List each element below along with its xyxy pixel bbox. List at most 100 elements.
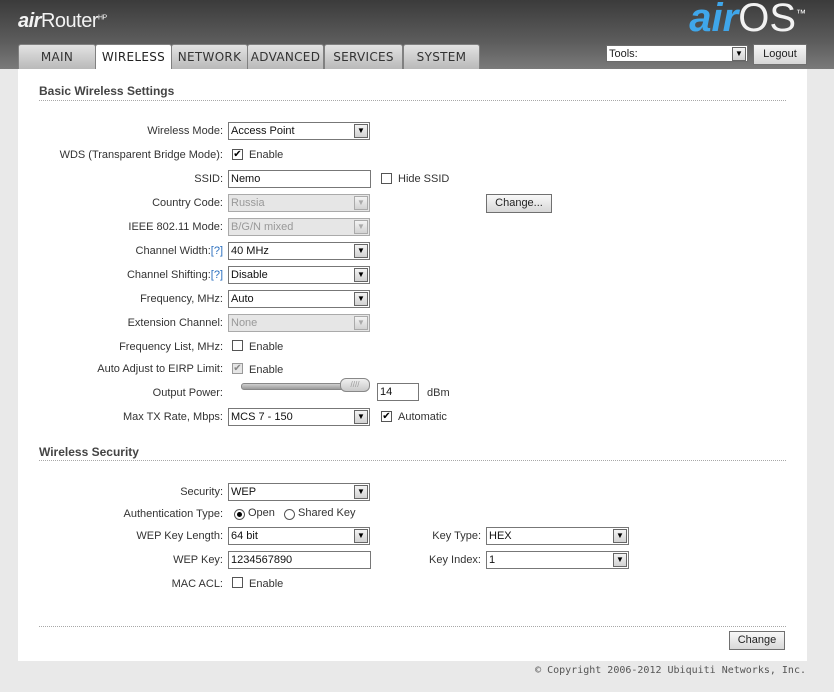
channel-width-label: Channel Width:[?]	[135, 245, 223, 257]
key-type-value: HEX	[489, 530, 512, 542]
wireless-settings-panel: Basic Wireless Settings Wireless Mode: A…	[18, 69, 807, 661]
country-code-select: Russia ▼	[228, 194, 370, 212]
channel-width-select[interactable]: 40 MHz ▼	[228, 242, 370, 260]
chevron-down-icon[interactable]: ▼	[354, 124, 368, 138]
automatic-label: Automatic	[398, 411, 447, 423]
chevron-down-icon[interactable]: ▼	[354, 410, 368, 424]
wireless-mode-value: Access Point	[231, 125, 295, 137]
eirp-limit-enable-text: Enable	[249, 364, 284, 376]
chevron-down-icon[interactable]: ▼	[354, 485, 368, 499]
country-code-label: Country Code:	[152, 197, 223, 209]
key-type-label: Key Type:	[432, 530, 481, 542]
change-country-button[interactable]: Change...	[486, 194, 552, 213]
max-tx-rate-value: MCS 7 - 150	[231, 411, 293, 423]
chevron-down-icon: ▼	[354, 196, 368, 210]
chevron-down-icon[interactable]: ▼	[354, 244, 368, 258]
tools-select[interactable]: Tools: ▼	[606, 45, 748, 62]
key-index-label: Key Index:	[429, 554, 481, 566]
wds-label: WDS (Transparent Bridge Mode):	[59, 149, 223, 161]
chevron-down-icon[interactable]: ▼	[354, 529, 368, 543]
basic-wireless-settings-title: Basic Wireless Settings	[39, 84, 175, 98]
ssid-label: SSID:	[194, 173, 223, 185]
key-index-value: 1	[489, 554, 496, 566]
channel-shifting-label: Channel Shifting:[?]	[126, 269, 223, 281]
frequency-list-label: Frequency List, MHz:	[119, 341, 223, 353]
change-button[interactable]: Change	[729, 631, 785, 650]
auth-open-label: Open	[248, 507, 275, 519]
chevron-down-icon[interactable]: ▼	[354, 268, 368, 282]
tab-services[interactable]: SERVICES	[324, 44, 403, 69]
authentication-type-label: Authentication Type:	[123, 508, 223, 520]
mac-acl-label: MAC ACL:	[171, 578, 223, 590]
copyright-text: © Copyright 2006-2012 Ubiquiti Networks,…	[535, 665, 806, 676]
frequency-label: Frequency, MHz:	[140, 293, 223, 305]
frequency-list-checkbox[interactable]	[232, 340, 243, 351]
security-label: Security:	[180, 486, 223, 498]
channel-width-value: 40 MHz	[231, 245, 269, 257]
mac-acl-enable-text: Enable	[249, 578, 284, 590]
airos-logo: airOS™	[689, 0, 806, 40]
logout-button[interactable]: Logout	[753, 44, 807, 65]
wep-key-label: WEP Key:	[173, 554, 223, 566]
header-bar: airRouterHP airOS™ MAIN WIRELESS NETWORK…	[0, 0, 834, 70]
channel-shifting-help-link[interactable]: [?]	[211, 269, 223, 281]
ieee-mode-value: B/G/N mixed	[231, 221, 294, 233]
security-select[interactable]: WEP ▼	[228, 483, 370, 501]
ieee-mode-select: B/G/N mixed ▼	[228, 218, 370, 236]
automatic-checkbox[interactable]: ✔	[381, 411, 392, 422]
tab-wireless[interactable]: WIRELESS	[95, 44, 172, 70]
chevron-down-icon[interactable]: ▼	[354, 292, 368, 306]
frequency-select[interactable]: Auto ▼	[228, 290, 370, 308]
section-divider	[39, 460, 786, 461]
auth-shared-key-label: Shared Key	[298, 507, 356, 519]
airrouter-logo: airRouterHP	[18, 10, 107, 32]
key-index-select[interactable]: 1 ▼	[486, 551, 629, 569]
chevron-down-icon[interactable]: ▼	[613, 529, 627, 543]
max-tx-rate-label: Max TX Rate, Mbps:	[122, 411, 223, 423]
wep-key-length-label: WEP Key Length:	[136, 530, 223, 542]
wireless-security-title: Wireless Security	[39, 445, 139, 459]
chevron-down-icon: ▼	[354, 316, 368, 330]
radio-selected-dot	[237, 512, 242, 517]
wep-key-input[interactable]: 1234567890	[228, 551, 371, 569]
mac-acl-checkbox[interactable]	[232, 577, 243, 588]
tab-network[interactable]: NETWORK	[171, 44, 248, 69]
security-value: WEP	[231, 486, 257, 498]
section-divider	[39, 100, 786, 101]
auth-shared-key-radio[interactable]	[284, 509, 295, 520]
wireless-mode-label: Wireless Mode:	[147, 125, 223, 137]
section-divider	[39, 626, 786, 627]
chevron-down-icon[interactable]: ▼	[613, 553, 627, 567]
eirp-limit-label: Auto Adjust to EIRP Limit:	[97, 363, 223, 375]
wireless-mode-select[interactable]: Access Point ▼	[228, 122, 370, 140]
hide-ssid-label: Hide SSID	[398, 173, 450, 185]
frequency-list-enable-text: Enable	[249, 341, 284, 353]
output-power-slider-handle[interactable]: ////	[340, 378, 370, 392]
extension-channel-select: None ▼	[228, 314, 370, 332]
hide-ssid-checkbox[interactable]	[381, 173, 392, 184]
auth-open-radio[interactable]	[234, 509, 245, 520]
chevron-down-icon: ▼	[354, 220, 368, 234]
channel-shifting-value: Disable	[231, 269, 268, 281]
country-code-value: Russia	[231, 197, 265, 209]
tab-main[interactable]: MAIN	[18, 44, 96, 69]
key-type-select[interactable]: HEX ▼	[486, 527, 629, 545]
tab-system[interactable]: SYSTEM	[403, 44, 480, 69]
tab-advanced[interactable]: ADVANCED	[247, 44, 324, 69]
wds-checkbox[interactable]: ✔	[232, 149, 243, 160]
output-power-input[interactable]: 14	[377, 383, 419, 401]
channel-shifting-select[interactable]: Disable ▼	[228, 266, 370, 284]
ieee-mode-label: IEEE 802.11 Mode:	[128, 221, 223, 233]
wep-key-length-value: 64 bit	[231, 530, 258, 542]
channel-width-help-link[interactable]: [?]	[211, 245, 223, 257]
extension-channel-value: None	[231, 317, 258, 329]
max-tx-rate-select[interactable]: MCS 7 - 150 ▼	[228, 408, 370, 426]
wds-enable-text: Enable	[249, 149, 284, 161]
output-power-label: Output Power:	[152, 387, 223, 399]
ssid-input[interactable]: Nemo	[228, 170, 371, 188]
wep-key-length-select[interactable]: 64 bit ▼	[228, 527, 370, 545]
tools-value: Tools:	[609, 48, 638, 60]
chevron-down-icon[interactable]: ▼	[732, 47, 746, 61]
output-power-unit: dBm	[427, 387, 450, 399]
extension-channel-label: Extension Channel:	[127, 317, 223, 329]
